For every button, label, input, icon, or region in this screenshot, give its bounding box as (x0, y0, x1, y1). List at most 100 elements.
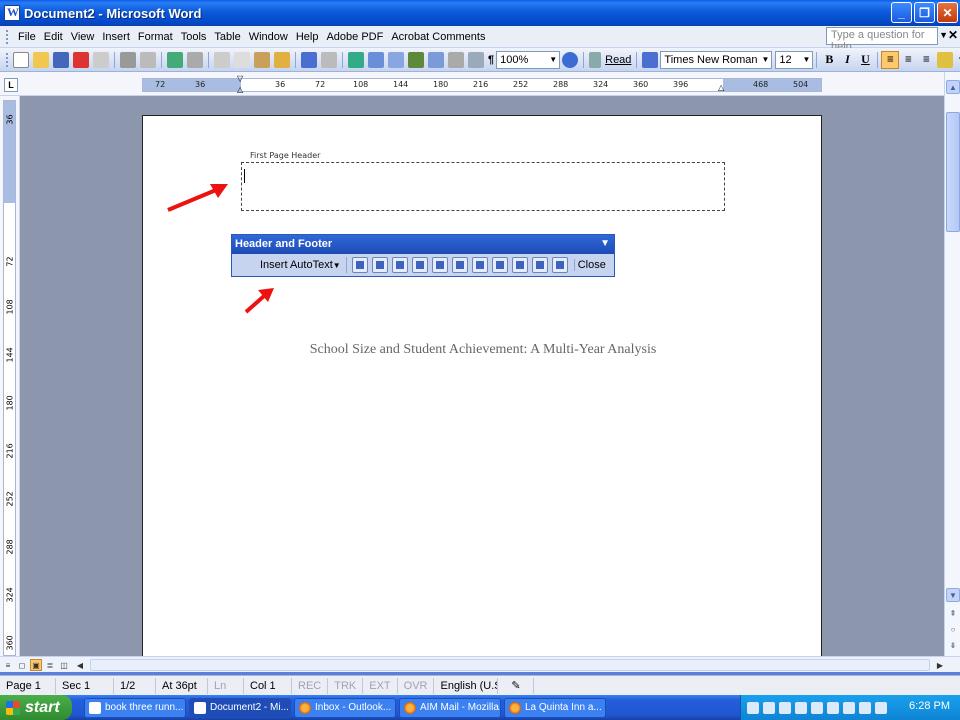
menu-window[interactable]: Window (245, 31, 292, 43)
document-page[interactable]: First Page Header School Size and Studen… (142, 115, 822, 656)
insert-date-icon[interactable] (411, 257, 428, 273)
print-icon[interactable] (120, 51, 136, 68)
show-hide-formatting-icon[interactable]: ¶ (486, 54, 496, 66)
help-icon[interactable] (562, 51, 579, 68)
toolbar-grip-icon[interactable] (6, 52, 8, 67)
menu-help[interactable]: Help (292, 31, 323, 43)
taskbar-item-active[interactable]: Document2 - Mi... (189, 697, 291, 718)
vertical-scrollbar[interactable]: ▲ ▼ ⇞ ○ ⇟ (944, 72, 960, 656)
hyperlink-icon[interactable] (348, 51, 364, 68)
taskbar-item[interactable]: Inbox - Outlook... (294, 697, 396, 718)
status-rec[interactable]: REC (292, 677, 329, 694)
tab-selector-icon[interactable]: L (4, 78, 18, 92)
menu-table[interactable]: Table (210, 31, 244, 43)
document-area[interactable]: First Page Header School Size and Studen… (20, 96, 944, 656)
status-ovr[interactable]: OVR (398, 677, 435, 694)
status-language[interactable]: English (U.S. (434, 677, 499, 694)
status-pages[interactable]: 1/2 (114, 677, 156, 694)
columns-icon[interactable] (428, 51, 444, 68)
scroll-left-icon[interactable]: ◀ (74, 659, 86, 671)
scroll-up-icon[interactable]: ▲ (946, 80, 960, 94)
tray-security-icon[interactable] (795, 701, 807, 714)
previous-page-icon[interactable]: ⇞ (946, 606, 960, 620)
print-layout-icon[interactable]: ▣ (30, 659, 42, 671)
scroll-right-icon[interactable]: ▶ (934, 659, 946, 671)
zoom-select[interactable]: 100% ▼ (496, 50, 561, 69)
help-dropdown-icon[interactable]: ▼ (939, 30, 948, 40)
document-close-icon[interactable]: ✕ (948, 28, 958, 42)
save-icon[interactable] (53, 51, 69, 68)
format-page-number-icon[interactable] (391, 257, 408, 273)
horizontal-ruler[interactable]: 72 36 36 72 108 144 180 216 252 288 324 … (142, 74, 822, 94)
document-map-icon[interactable] (468, 51, 484, 68)
spelling-icon[interactable] (167, 51, 183, 68)
link-to-previous-icon[interactable] (491, 257, 508, 273)
minimize-button[interactable]: _ (891, 2, 912, 23)
right-indent-icon[interactable]: △ (718, 83, 724, 92)
insert-autotext-button[interactable]: Insert AutoText▼ (258, 259, 343, 271)
help-search-input[interactable]: Type a question for help (826, 27, 938, 53)
header-footer-toolbar-title[interactable]: Header and Footer ▼ (232, 235, 614, 254)
tray-wireless-icon[interactable] (859, 701, 871, 714)
tables-borders-icon[interactable] (368, 51, 384, 68)
taskbar-item[interactable]: La Quinta Inn a... (504, 697, 606, 718)
tray-monitor-icon[interactable] (763, 701, 775, 714)
menu-format[interactable]: Format (134, 31, 177, 43)
status-position[interactable]: At 36pt (156, 677, 208, 694)
format-painter-icon[interactable] (274, 51, 290, 68)
scroll-down-icon[interactable]: ▼ (946, 588, 960, 602)
underline-button[interactable]: U (856, 51, 874, 69)
vertical-ruler[interactable]: 36 72 108 144 180 216 252 288 324 360 (3, 100, 16, 656)
drawing-icon[interactable] (448, 51, 464, 68)
show-hide-document-text-icon[interactable] (471, 257, 488, 273)
menu-grip-icon[interactable] (6, 29, 10, 44)
undo-icon[interactable] (301, 51, 317, 68)
cut-icon[interactable] (214, 51, 230, 68)
print-preview-icon[interactable] (140, 51, 156, 68)
insert-table-icon[interactable] (388, 51, 404, 68)
menu-edit[interactable]: Edit (40, 31, 67, 43)
read-icon[interactable] (589, 51, 602, 68)
menu-file[interactable]: File (14, 31, 40, 43)
web-layout-icon[interactable]: ◻ (16, 659, 28, 671)
menu-tools[interactable]: Tools (177, 31, 211, 43)
status-section[interactable]: Sec 1 (56, 677, 114, 694)
align-left-button[interactable]: ≡ (881, 50, 900, 69)
read-button[interactable]: Read (603, 54, 633, 66)
tray-app-icon[interactable] (811, 701, 823, 714)
font-size-select[interactable]: 12 ▼ (775, 50, 814, 69)
menu-adobe-pdf[interactable]: Adobe PDF (322, 31, 387, 43)
word-app-icon[interactable] (4, 5, 20, 21)
toolbar-options-icon[interactable]: ▼ (600, 238, 610, 249)
bold-button[interactable]: B (820, 51, 838, 69)
paste-icon[interactable] (254, 51, 270, 68)
restore-button[interactable]: ❐ (914, 2, 935, 23)
permission-icon[interactable] (93, 51, 109, 68)
document-title-text[interactable]: School Size and Student Achievement: A M… (143, 342, 823, 358)
normal-view-icon[interactable]: ≡ (2, 659, 14, 671)
status-page[interactable]: Page 1 (0, 677, 56, 694)
open-folder-icon[interactable] (33, 51, 49, 68)
tray-aim-icon[interactable] (843, 701, 855, 714)
insert-number-of-pages-icon[interactable] (371, 257, 388, 273)
taskbar-item[interactable]: book three runn... (84, 697, 186, 718)
pdf-icon[interactable] (73, 51, 89, 68)
tray-volume-icon[interactable] (827, 701, 839, 714)
taskbar-item[interactable]: AIM Mail - Mozilla... (399, 697, 501, 718)
copy-icon[interactable] (234, 51, 250, 68)
first-line-indent-icon[interactable]: ▽ (237, 74, 243, 83)
status-ext[interactable]: EXT (363, 677, 398, 694)
styles-icon[interactable] (642, 51, 659, 68)
insert-page-number-icon[interactable] (351, 257, 368, 273)
highlight-icon[interactable] (937, 51, 954, 68)
close-window-button[interactable]: ✕ (937, 2, 958, 23)
start-button[interactable]: start (0, 695, 72, 720)
status-line[interactable]: Ln (208, 677, 244, 694)
italic-button[interactable]: I (838, 51, 856, 69)
tray-update-icon[interactable] (875, 701, 887, 714)
insert-excel-icon[interactable] (408, 51, 424, 68)
insert-time-icon[interactable] (431, 257, 448, 273)
reading-layout-icon[interactable]: ◫ (58, 659, 70, 671)
switch-header-footer-icon[interactable] (511, 257, 528, 273)
spelling-status-icon[interactable]: ✎ (498, 677, 535, 694)
